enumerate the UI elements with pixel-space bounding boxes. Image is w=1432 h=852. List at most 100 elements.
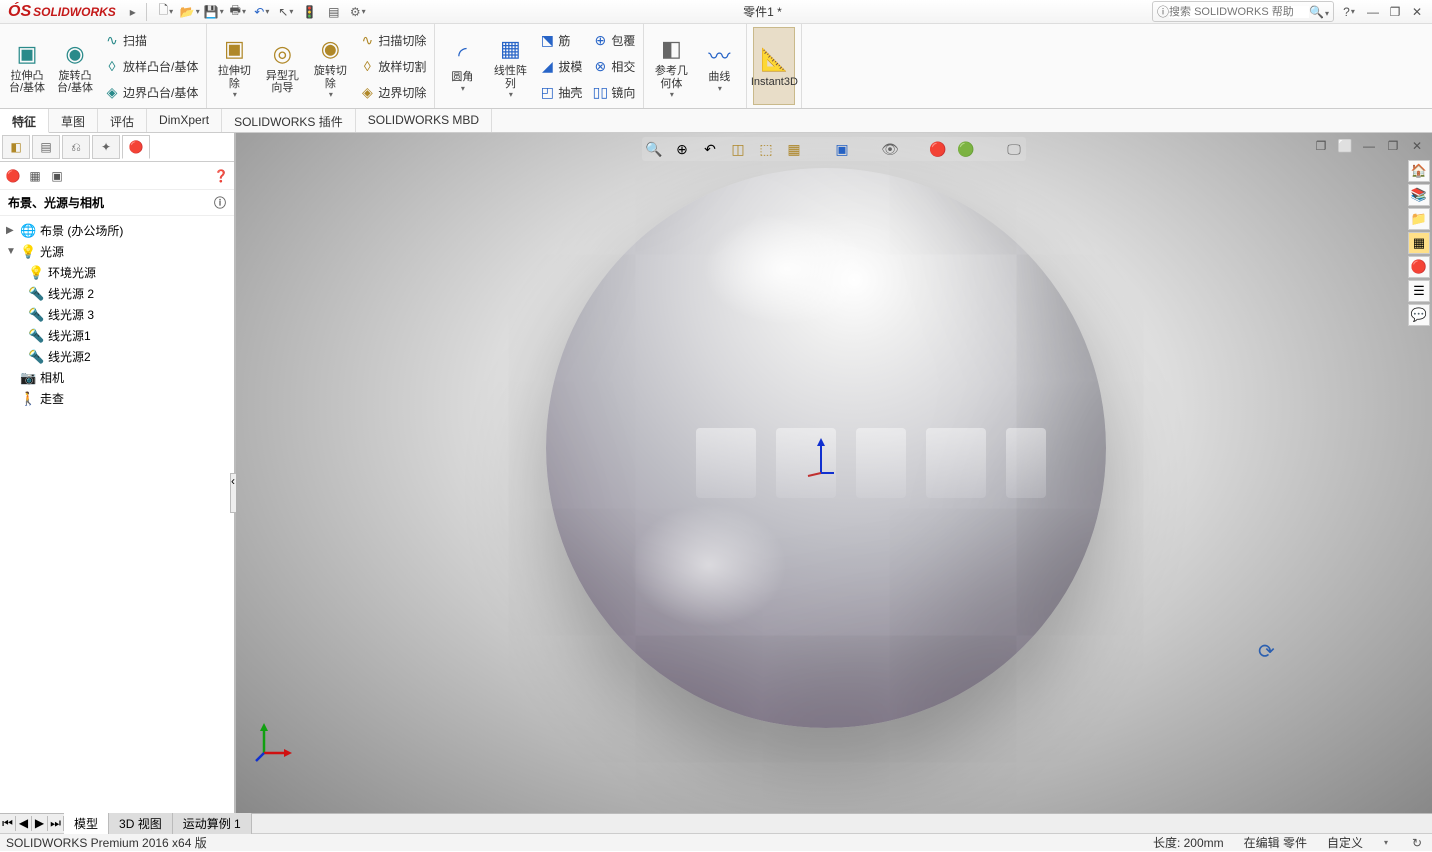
- print-icon[interactable]: 🖶▾: [229, 3, 247, 21]
- settings-icon[interactable]: ⚙▾: [349, 3, 367, 21]
- tree-directional-light-2[interactable]: 🔦线光源 2: [24, 283, 232, 304]
- minimize-icon[interactable]: —: [1364, 3, 1382, 21]
- vp-close-icon[interactable]: ✕: [1408, 137, 1426, 155]
- vp-minimize-icon[interactable]: —: [1360, 137, 1378, 155]
- options-icon[interactable]: ▤: [325, 3, 343, 21]
- search-icon[interactable]: 🔍▾: [1309, 5, 1329, 19]
- status-dropdown-icon[interactable]: ▾: [1384, 838, 1388, 847]
- extrude-cut-button[interactable]: ▣拉伸切除▾: [213, 27, 255, 105]
- linear-pattern-button[interactable]: ▦线性阵列▾: [489, 27, 531, 105]
- sweep-button[interactable]: ∿扫描: [102, 28, 200, 52]
- scene-light-camera-icon[interactable]: ▣: [48, 167, 66, 185]
- tab-dimxpert[interactable]: DimXpert: [147, 109, 222, 132]
- tree-directional-light2[interactable]: 🔦线光源2: [24, 346, 232, 367]
- eye-icon[interactable]: 👁: [880, 139, 900, 159]
- revolve-boss-button[interactable]: ◉旋转凸台/基体: [54, 27, 96, 105]
- tab-model[interactable]: 模型: [64, 813, 109, 834]
- revolve-cut-button[interactable]: ◉旋转切除▾: [309, 27, 351, 105]
- loft-button[interactable]: ◊放样凸台/基体: [102, 54, 200, 78]
- rail-home-icon[interactable]: 🏠: [1408, 160, 1430, 182]
- origin-triad[interactable]: [806, 438, 836, 478]
- tab-evaluate[interactable]: 评估: [98, 109, 147, 132]
- nav-prev-icon[interactable]: ◀: [16, 816, 32, 831]
- section-view-icon[interactable]: ◫: [728, 139, 748, 159]
- expand-icon[interactable]: ▶: [6, 225, 16, 236]
- help-search[interactable]: ⓘ 🔍▾: [1152, 1, 1334, 22]
- hide-show-icon[interactable]: ▣: [832, 139, 852, 159]
- new-icon[interactable]: 🗋▾: [157, 3, 175, 21]
- save-icon[interactable]: 💾▾: [205, 3, 223, 21]
- extrude-boss-button[interactable]: ▣拉伸凸台/基体: [6, 27, 48, 105]
- select-icon[interactable]: ↖▾: [277, 3, 295, 21]
- decals-icon[interactable]: ▦: [26, 167, 44, 185]
- menu-dropdown-icon[interactable]: ▸: [124, 3, 142, 21]
- boundary-cut-button[interactable]: ◈边界切除: [357, 80, 428, 104]
- panel-tab-feature-tree[interactable]: ◧: [2, 135, 30, 159]
- tab-sketch[interactable]: 草图: [49, 109, 98, 132]
- curves-button[interactable]: 〰曲线▾: [698, 27, 740, 105]
- info-icon[interactable]: ⓘ: [214, 194, 226, 211]
- tab-features[interactable]: 特征: [0, 109, 49, 133]
- close-icon[interactable]: ✕: [1408, 3, 1426, 21]
- rotate-gizmo-icon[interactable]: ⟳: [1258, 639, 1282, 663]
- panel-tab-property[interactable]: ▤: [32, 135, 60, 159]
- rail-forum-icon[interactable]: 💬: [1408, 304, 1430, 326]
- wrap-button[interactable]: ⊕包覆: [590, 28, 637, 52]
- tab-mbd[interactable]: SOLIDWORKS MBD: [356, 109, 492, 132]
- status-rebuild-icon[interactable]: ↻: [1408, 834, 1426, 852]
- search-input[interactable]: [1169, 6, 1309, 18]
- fillet-button[interactable]: ◜圆角▾: [441, 27, 483, 105]
- panel-tab-dimxpert[interactable]: ✦: [92, 135, 120, 159]
- display-style-icon[interactable]: ▦: [784, 139, 804, 159]
- nav-last-icon[interactable]: ⏭: [48, 816, 64, 831]
- collapse-icon[interactable]: ▼: [6, 246, 16, 257]
- restore-icon[interactable]: ❐: [1386, 3, 1404, 21]
- mirror-button[interactable]: ▯▯镜向: [590, 80, 637, 104]
- zoom-fit-icon[interactable]: 🔍: [644, 139, 664, 159]
- undo-icon[interactable]: ↶▾: [253, 3, 271, 21]
- zoom-area-icon[interactable]: ⊕: [672, 139, 692, 159]
- rail-appearances-icon[interactable]: 🔴: [1408, 256, 1430, 278]
- appearance-icon[interactable]: 🔴: [4, 167, 22, 185]
- tree-directional-light-3[interactable]: 🔦线光源 3: [24, 304, 232, 325]
- sweep-cut-button[interactable]: ∿扫描切除: [357, 28, 428, 52]
- tree-directional-light1[interactable]: 🔦线光源1: [24, 325, 232, 346]
- appearance-edit-icon[interactable]: 🔴: [928, 139, 948, 159]
- vp-restore2-icon[interactable]: ❐: [1384, 137, 1402, 155]
- rail-properties-icon[interactable]: ☰: [1408, 280, 1430, 302]
- tab-motion-study[interactable]: 运动算例 1: [173, 813, 252, 834]
- tree-lights[interactable]: ▼ 💡 光源: [2, 241, 232, 262]
- nav-next-icon[interactable]: ▶: [32, 816, 48, 831]
- panel-tab-display[interactable]: 🔴: [122, 135, 150, 159]
- nav-first-icon[interactable]: ⏮: [0, 816, 16, 831]
- panel-tab-config[interactable]: ⎌: [62, 135, 90, 159]
- vp-restore-icon[interactable]: ❐: [1312, 137, 1330, 155]
- rail-view-palette-icon[interactable]: ▦: [1408, 232, 1430, 254]
- boundary-button[interactable]: ◈边界凸台/基体: [102, 80, 200, 104]
- status-custom[interactable]: 自定义: [1327, 834, 1363, 851]
- tab-3d-views[interactable]: 3D 视图: [109, 813, 173, 834]
- vp-maximize-icon[interactable]: ⬜: [1336, 137, 1354, 155]
- panel-help-icon[interactable]: ❓: [212, 167, 230, 185]
- rebuild-icon[interactable]: 🚦: [301, 3, 319, 21]
- tree-scene[interactable]: ▶ 🌐 布景 (办公场所): [2, 220, 232, 241]
- draft-button[interactable]: ◢拔模: [537, 54, 584, 78]
- ref-geom-button[interactable]: ◧参考几何体▾: [650, 27, 692, 105]
- view-orientation-icon[interactable]: ⬚: [756, 139, 776, 159]
- graphics-viewport[interactable]: 🔍 ⊕ ↶ ◫ ⬚ ▦ ▣ 👁 🔴 🟢 🖵 ❐ ⬜ — ❐ ✕: [236, 133, 1432, 813]
- hole-wizard-button[interactable]: ◎异型孔向导: [261, 27, 303, 105]
- shell-button[interactable]: ◰抽壳: [537, 80, 584, 104]
- open-icon[interactable]: 📂▾: [181, 3, 199, 21]
- loft-cut-button[interactable]: ◊放样切割: [357, 54, 428, 78]
- rib-button[interactable]: ⬔筋: [537, 28, 584, 52]
- tab-addins[interactable]: SOLIDWORKS 插件: [222, 109, 356, 132]
- rail-file-explorer-icon[interactable]: 📁: [1408, 208, 1430, 230]
- render-icon[interactable]: 🖵: [1004, 139, 1024, 159]
- instant3d-button[interactable]: 📐Instant3D: [753, 27, 795, 105]
- tree-walkthrough[interactable]: 🚶 走查: [2, 388, 232, 409]
- tree-camera[interactable]: 📷 相机: [2, 367, 232, 388]
- intersect-button[interactable]: ⊗相交: [590, 54, 637, 78]
- help-button[interactable]: ?▾: [1340, 3, 1358, 21]
- tree-ambient-light[interactable]: 💡环境光源: [24, 262, 232, 283]
- rail-library-icon[interactable]: 📚: [1408, 184, 1430, 206]
